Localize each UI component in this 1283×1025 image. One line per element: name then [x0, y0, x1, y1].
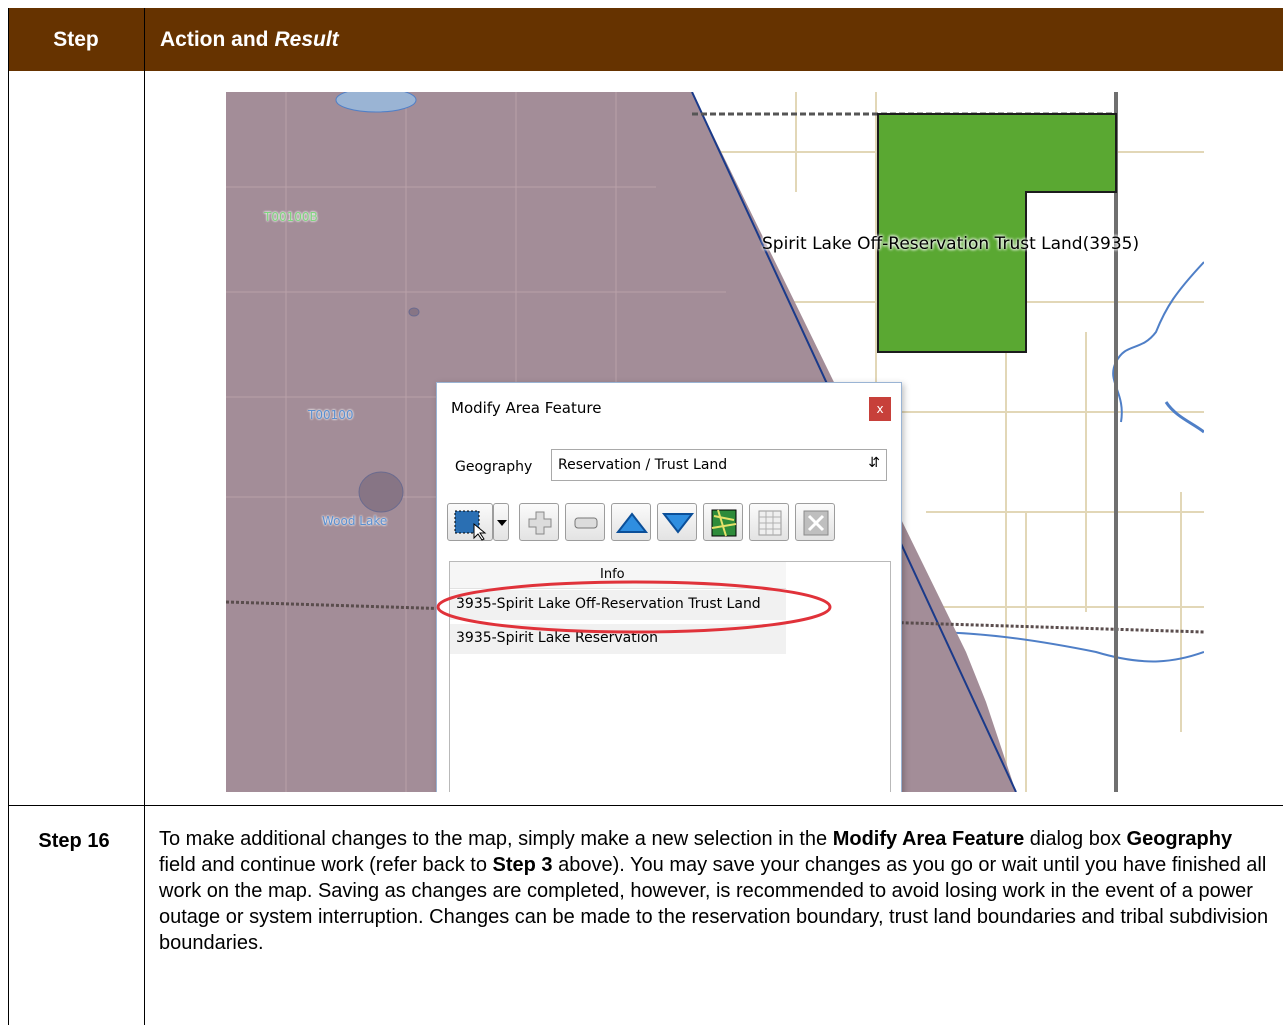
table-icon — [758, 510, 782, 536]
label-t00100b: T00100B — [264, 210, 318, 224]
text-part: field and continue work (refer back to — [159, 854, 493, 876]
header-action-text: Action and — [160, 27, 269, 51]
remove-icon — [574, 517, 598, 529]
list-item[interactable]: 3935-Spirit Lake Off-Reservation Trust L… — [456, 596, 761, 612]
remove-button[interactable] — [565, 503, 605, 541]
spinner-icon: ⇵ — [868, 455, 880, 471]
table-row-divider — [8, 805, 1283, 806]
map-screenshot: T00100B T00100 Wood Lake Spirit Lake Off… — [226, 92, 1204, 792]
clear-icon — [803, 510, 829, 536]
step-16-label: Step 16 — [38, 830, 110, 852]
map-button[interactable] — [703, 503, 743, 541]
header-step: Step — [53, 27, 99, 51]
label-t00100: T00100 — [308, 408, 354, 422]
text-part: dialog box — [1024, 828, 1127, 850]
dropdown-arrow-icon — [497, 520, 507, 526]
info-list: Info 3935-Spirit Lake Off-Reservation Tr… — [449, 561, 891, 792]
info-list-header: Info — [450, 562, 786, 589]
text-part-bold: Modify Area Feature — [832, 828, 1025, 850]
select-area-icon — [454, 510, 487, 541]
step-16-text: To make additional changes to the map, s… — [159, 826, 1269, 956]
list-item[interactable]: 3935-Spirit Lake Reservation — [456, 630, 658, 646]
close-button[interactable]: x — [869, 397, 891, 421]
geography-value: Reservation / Trust Land — [558, 457, 728, 473]
clear-button[interactable] — [795, 503, 835, 541]
map-icon — [711, 509, 737, 537]
move-down-button[interactable] — [657, 503, 697, 541]
table-border-left — [8, 8, 9, 1025]
info-header-label: Info — [600, 567, 625, 582]
text-part: To make additional changes to the map, s… — [159, 828, 833, 850]
dialog-title: Modify Area Feature — [451, 399, 602, 417]
label-wood-lake: Wood Lake — [322, 514, 388, 528]
select-dropdown-button[interactable] — [493, 503, 509, 541]
table-button[interactable] — [749, 503, 789, 541]
modify-area-feature-dialog: Modify Area Feature x Geography Reservat… — [436, 382, 902, 792]
text-part-bold: Geography — [1126, 828, 1233, 850]
move-up-button[interactable] — [611, 503, 651, 541]
header-action: Action and Result — [160, 8, 339, 71]
table-column-divider — [144, 8, 145, 1025]
text-part-bold: Step 3 — [492, 854, 553, 876]
geography-label: Geography — [455, 459, 533, 475]
geography-select[interactable]: Reservation / Trust Land ⇵ — [551, 449, 887, 481]
add-icon — [528, 511, 552, 535]
select-area-button[interactable] — [447, 503, 493, 541]
header-result-text: Result — [274, 27, 339, 51]
move-down-icon — [661, 513, 695, 534]
move-up-icon — [615, 512, 649, 533]
add-button[interactable] — [519, 503, 559, 541]
label-trust-land: Spirit Lake Off-Reservation Trust Land(3… — [762, 234, 1140, 254]
